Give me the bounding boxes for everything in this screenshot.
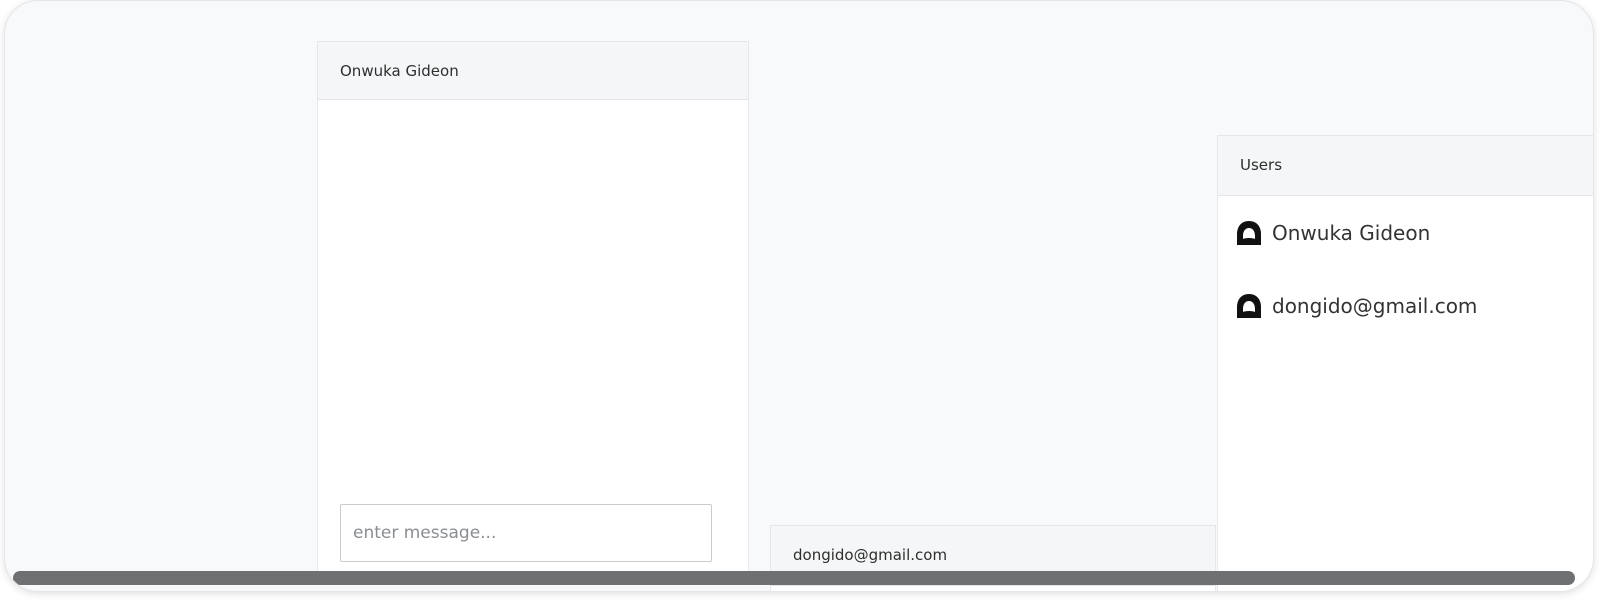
- user-avatar-icon: [1237, 294, 1261, 318]
- user-item-dongido[interactable]: dongido@gmail.com: [1234, 289, 1477, 323]
- message-input[interactable]: [340, 504, 712, 562]
- horizontal-scrollbar[interactable]: [13, 571, 1575, 585]
- users-panel: Users Onwuka Gideon dongido@gmail.com: [1217, 135, 1593, 591]
- user-name: Onwuka Gideon: [1272, 221, 1431, 245]
- user-item-onwuka-gideon[interactable]: Onwuka Gideon: [1234, 216, 1430, 250]
- users-panel-title: Users: [1218, 136, 1593, 196]
- user-avatar-icon: [1237, 221, 1261, 245]
- chat-window: Onwuka Gideon: [317, 41, 749, 581]
- app-window: Onwuka Gideon dongido@gmail.com Users On…: [4, 0, 1594, 592]
- user-name: dongido@gmail.com: [1272, 294, 1478, 318]
- chat-window-title: Onwuka Gideon: [318, 42, 748, 100]
